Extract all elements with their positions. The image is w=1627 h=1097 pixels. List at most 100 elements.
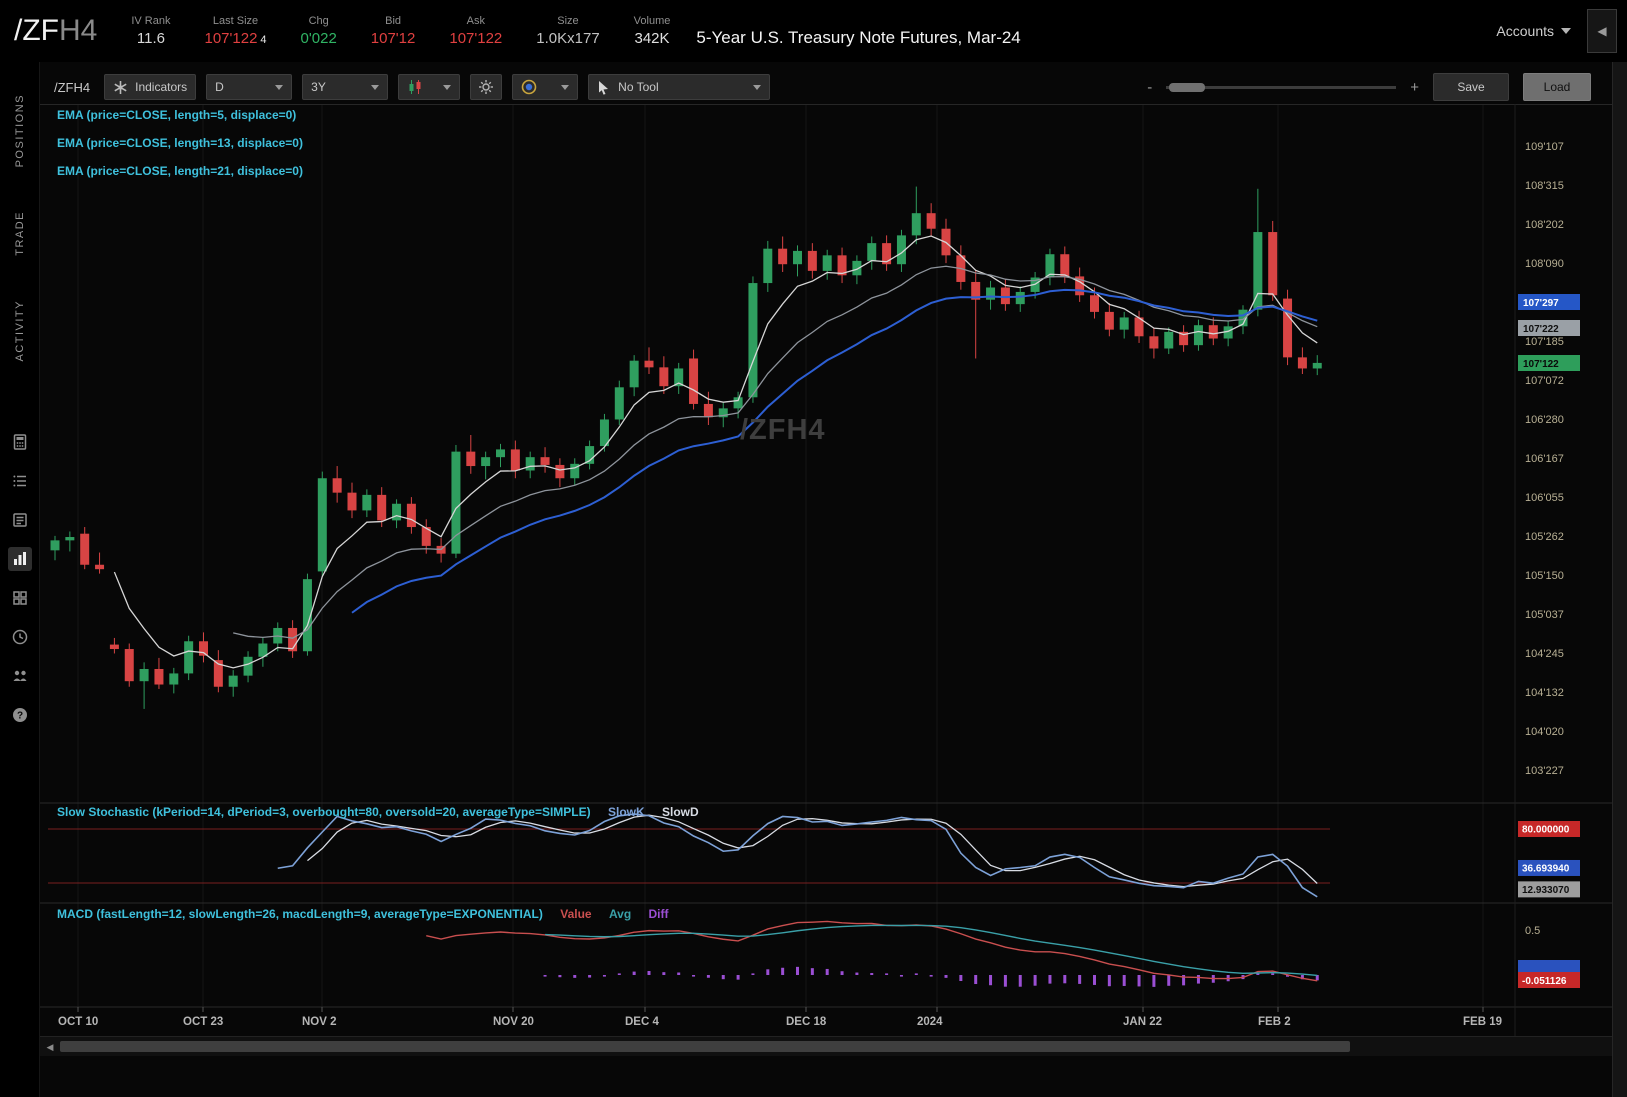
macd-diff-bar xyxy=(885,973,889,975)
field-chg: Chg 0'022 xyxy=(300,15,337,47)
zoom-out-button[interactable]: - xyxy=(1147,79,1152,96)
collapse-panel-button[interactable]: ◀ xyxy=(1587,9,1617,53)
macd-diff-bar xyxy=(1167,975,1171,986)
macd-diff-bar xyxy=(588,975,592,978)
field-iv-rank: IV Rank 11.6 xyxy=(131,15,171,47)
macd-diff-bar xyxy=(662,972,666,975)
macd-diff-bar xyxy=(632,971,636,975)
sidebar-tab-trade[interactable]: TRADE xyxy=(14,211,26,256)
price-axis-label: 109'107 xyxy=(1525,141,1564,153)
notes-icon[interactable] xyxy=(8,508,32,532)
study-label-ema13[interactable]: EMA (price=CLOSE, length=13, displace=0) xyxy=(57,136,303,150)
range-dropdown[interactable]: 3Y xyxy=(302,74,389,100)
macd-diff-bar xyxy=(1063,975,1067,984)
chart-toolbar: /ZFH4 Indicators D 3Y No Tool - + Save L… xyxy=(48,70,1627,104)
positions-list-icon[interactable] xyxy=(8,469,32,493)
macd-diff-bar xyxy=(573,975,577,978)
macd-diff-bar xyxy=(825,968,829,975)
chart-icon[interactable] xyxy=(8,547,32,571)
macd-diff-bar xyxy=(1018,975,1022,987)
macd-diff-bar xyxy=(543,975,547,977)
share-icon[interactable] xyxy=(8,664,32,688)
save-button[interactable]: Save xyxy=(1433,73,1509,101)
macd-diff-bar xyxy=(647,970,651,975)
time-axis-label: OCT 23 xyxy=(183,1016,223,1028)
price-axis-label: 105'037 xyxy=(1525,609,1564,621)
legend-macd-value: Value xyxy=(560,907,592,921)
zoom-slider-thumb[interactable] xyxy=(1169,82,1206,92)
macd-diff-bar xyxy=(1152,975,1156,987)
price-chart-canvas[interactable]: 109'107 108'315 108'202 108'090 107'185 107'0… xyxy=(40,104,1627,1036)
sidebar-tab-positions[interactable]: POSITIONS xyxy=(14,94,26,167)
svg-text:107'222: 107'222 xyxy=(1523,324,1559,335)
macd-diff-bar xyxy=(974,975,978,985)
macd-diff-bar xyxy=(677,972,681,975)
price-axis-label: 105'150 xyxy=(1525,570,1564,582)
load-button[interactable]: Load xyxy=(1523,73,1591,101)
calculator-icon[interactable] xyxy=(8,430,32,454)
macd-diff-bar xyxy=(796,966,799,975)
macd-diff-bar xyxy=(1122,975,1126,986)
price-axis-label: 108'202 xyxy=(1525,219,1564,231)
price-axis-label: 105'262 xyxy=(1525,531,1564,543)
price-axis-label: 104'132 xyxy=(1525,687,1564,699)
chart-settings-button[interactable] xyxy=(470,74,503,100)
study-label-macd[interactable]: MACD (fastLength=12, slowLength=26, macd… xyxy=(57,907,669,921)
macd-diff-bar xyxy=(1107,975,1111,987)
study-label-ema21[interactable]: EMA (price=CLOSE, length=21, displace=0) xyxy=(57,164,303,178)
macd-diff-bar xyxy=(899,975,903,977)
zoom-slider[interactable] xyxy=(1166,82,1397,92)
drawing-tool-dropdown[interactable]: No Tool xyxy=(588,74,771,100)
field-bid: Bid 107'12 xyxy=(370,15,416,47)
macd-diff-bar xyxy=(959,975,963,982)
study-label-stochastic[interactable]: Slow Stochastic (kPeriod=14, dPeriod=3, … xyxy=(57,805,699,819)
macd-diff-bar xyxy=(1196,975,1200,984)
price-axis-label: 104'245 xyxy=(1525,648,1564,660)
cursor-icon xyxy=(599,80,609,95)
chart-type-dropdown[interactable] xyxy=(398,74,461,100)
time-axis-label: 2024 xyxy=(917,1016,943,1028)
chevron-down-icon xyxy=(561,84,570,90)
price-axis-label: 103'227 xyxy=(1525,765,1564,777)
style-target-icon xyxy=(521,79,537,95)
macd-diff-bar xyxy=(1137,975,1141,987)
scroll-left-icon[interactable]: ◀ xyxy=(42,1039,58,1055)
macd-diff-bar xyxy=(855,972,859,975)
chevron-down-icon xyxy=(371,84,380,90)
studies-icon xyxy=(114,80,127,94)
macd-diff-bar xyxy=(617,973,621,975)
time-axis-label: NOV 20 xyxy=(493,1016,534,1028)
chart-panel: /ZFH4 Indicators D 3Y No Tool - + Save L… xyxy=(40,62,1627,1097)
overlay-EMA13 xyxy=(233,265,1318,639)
history-icon[interactable] xyxy=(8,625,32,649)
macd-diff-bar xyxy=(706,975,710,978)
toolbar-symbol-label: /ZFH4 xyxy=(54,79,91,95)
timeframe-dropdown[interactable]: D xyxy=(206,74,293,100)
macd-diff-bar xyxy=(1271,973,1275,975)
time-axis-label: FEB 19 xyxy=(1463,1016,1502,1028)
svg-text:107'122: 107'122 xyxy=(1523,359,1559,370)
help-icon[interactable]: ? xyxy=(8,703,32,727)
accounts-dropdown[interactable]: Accounts xyxy=(1496,23,1571,39)
svg-text:-0.051126: -0.051126 xyxy=(1522,976,1567,987)
time-axis-label: NOV 2 xyxy=(302,1016,337,1028)
sidebar-tab-activity[interactable]: ACTIVITY xyxy=(14,300,26,362)
indicators-button[interactable]: Indicators xyxy=(104,74,197,100)
price-axis-label: 107'185 xyxy=(1525,336,1564,348)
price-axis-label: 106'280 xyxy=(1525,414,1564,426)
zoom-in-button[interactable]: + xyxy=(1410,79,1419,96)
horizontal-scrollbar[interactable]: ◀ ▶ xyxy=(40,1036,1627,1056)
macd-diff-bar xyxy=(989,975,993,986)
stoch-line xyxy=(307,814,1318,888)
candlestick-icon xyxy=(409,80,421,94)
scrollbar-thumb[interactable] xyxy=(60,1041,1350,1052)
study-label-ema5[interactable]: EMA (price=CLOSE, length=5, displace=0) xyxy=(57,108,296,122)
field-volume: Volume 342K xyxy=(633,15,671,47)
macd-diff-bar xyxy=(870,973,874,975)
macd-diff-bar xyxy=(751,973,755,975)
svg-text:80.000000: 80.000000 xyxy=(1522,825,1570,836)
chart-style-dropdown[interactable] xyxy=(512,74,579,100)
dashboard-icon[interactable] xyxy=(8,586,32,610)
time-axis-label: FEB 2 xyxy=(1258,1016,1291,1028)
macd-diff-bar xyxy=(1048,975,1052,984)
